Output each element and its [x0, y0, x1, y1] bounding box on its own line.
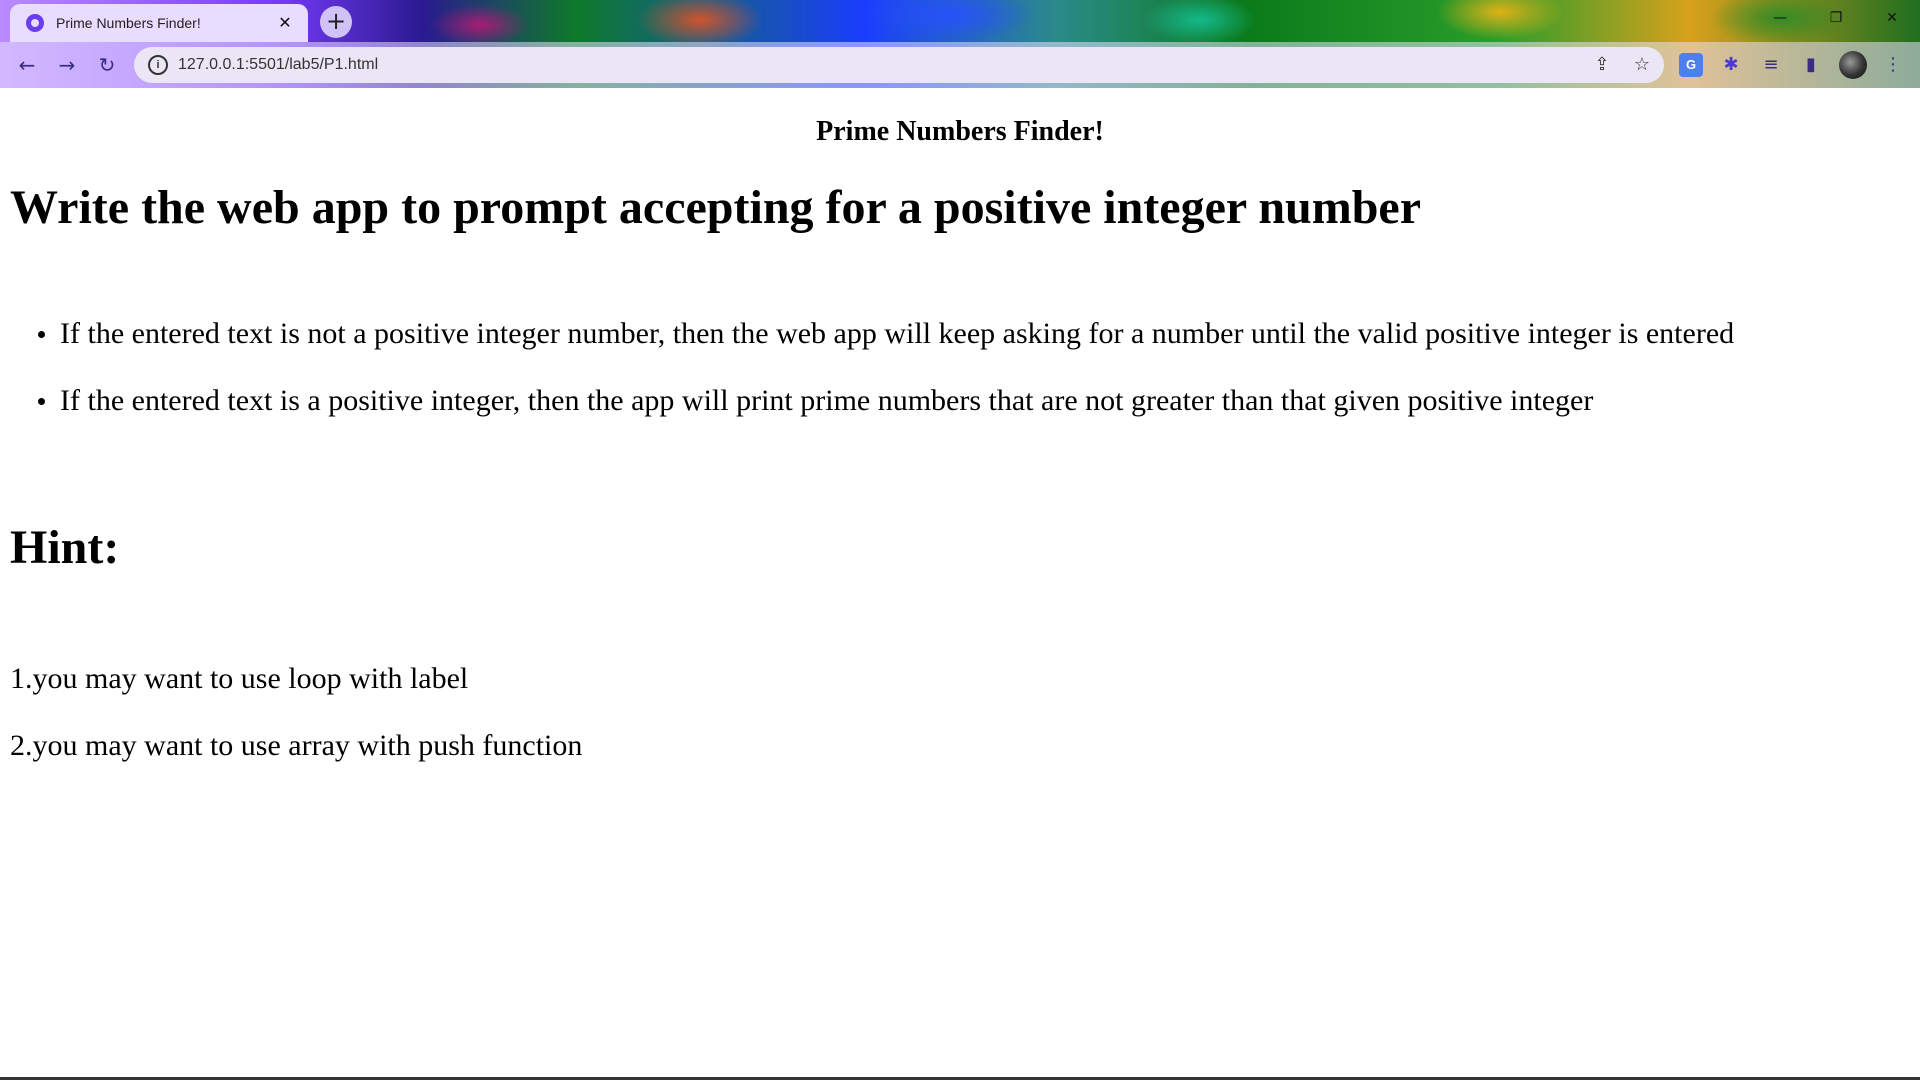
minimize-button[interactable]: — — [1752, 0, 1808, 36]
tab-strip: Prime Numbers Finder! ✕ + — ❐ ✕ — [0, 0, 1920, 42]
bullet-icon — [38, 331, 45, 338]
hint-heading: Hint: — [10, 521, 120, 574]
bookmark-star-icon[interactable]: ☆ — [1628, 51, 1656, 79]
window-controls: — ❐ ✕ — [1752, 0, 1920, 36]
list-item: If the entered text is a positive intege… — [0, 383, 1734, 450]
media-control-icon[interactable]: ≡ — [1756, 50, 1786, 80]
address-bar[interactable]: i 127.0.0.1:5501/lab5/P1.html ⇪ ☆ — [134, 47, 1664, 83]
extensions-icon[interactable]: ✱ — [1716, 50, 1746, 80]
list-item-text: If the entered text is a positive intege… — [60, 384, 1594, 417]
restore-button[interactable]: ❐ — [1808, 0, 1864, 36]
translate-icon[interactable]: G — [1679, 53, 1703, 77]
bullet-icon — [38, 398, 45, 405]
page-title: Prime Numbers Finder! — [816, 116, 1104, 147]
requirements-list: If the entered text is not a positive in… — [0, 316, 1734, 450]
back-button[interactable]: ← — [10, 48, 44, 82]
hint-line: 1.you may want to use loop with label — [10, 662, 469, 695]
browser-toolbar: ← → ↻ i 127.0.0.1:5501/lab5/P1.html ⇪ ☆ … — [0, 42, 1920, 88]
profile-avatar[interactable] — [1839, 51, 1867, 79]
active-tab[interactable]: Prime Numbers Finder! ✕ — [10, 4, 308, 42]
hint-line: 2.you may want to use array with push fu… — [10, 729, 583, 762]
tab-title: Prime Numbers Finder! — [56, 15, 201, 31]
reload-button[interactable]: ↻ — [90, 48, 124, 82]
new-tab-button[interactable]: + — [320, 6, 352, 38]
forward-button[interactable]: → — [50, 48, 84, 82]
tab-close-icon[interactable]: ✕ — [274, 12, 296, 34]
url-text[interactable]: 127.0.0.1:5501/lab5/P1.html — [178, 47, 378, 83]
list-item: If the entered text is not a positive in… — [0, 316, 1734, 383]
close-window-button[interactable]: ✕ — [1864, 0, 1920, 36]
side-panel-icon[interactable]: ▮ — [1796, 50, 1826, 80]
list-item-text: If the entered text is not a positive in… — [60, 317, 1735, 350]
task-heading: Write the web app to prompt accepting fo… — [10, 181, 1422, 234]
browser-chrome: Prime Numbers Finder! ✕ + — ❐ ✕ ← → ↻ i … — [0, 0, 1920, 88]
browser-menu-icon[interactable]: ⋮ — [1878, 50, 1908, 80]
page-content: Prime Numbers Finder! Write the web app … — [0, 88, 1920, 1077]
globe-icon — [26, 14, 44, 32]
share-icon[interactable]: ⇪ — [1588, 51, 1616, 79]
site-info-icon[interactable]: i — [148, 55, 168, 75]
